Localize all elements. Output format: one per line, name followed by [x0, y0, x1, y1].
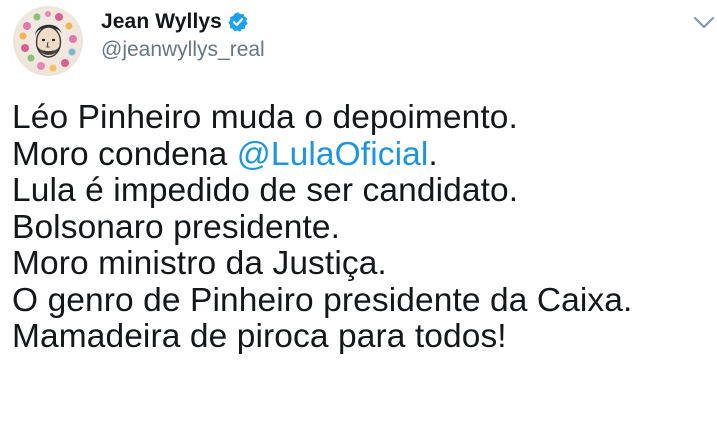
- author-handle[interactable]: @jeanwyllys_real: [101, 38, 265, 62]
- author-name[interactable]: Jean Wyllys: [101, 10, 222, 34]
- verified-badge-icon: [227, 11, 249, 33]
- tweet-line: Lula é impedido de ser candidato.: [12, 172, 519, 209]
- author-name-row: Jean Wyllys: [101, 9, 265, 35]
- author-block: Jean Wyllys @jeanwyllys_real: [101, 9, 265, 62]
- tweet-line-text: .: [428, 135, 438, 173]
- tweet-line: Moro condena @LulaOficial.: [12, 135, 707, 174]
- tweet-line: Moro ministro da Justiça.: [12, 245, 387, 282]
- tweet-line: Léo Pinheiro muda o depoimento.: [12, 99, 518, 136]
- tweet-line-text: Moro condena: [12, 135, 237, 173]
- avatar[interactable]: [13, 6, 83, 76]
- tweet-line: Bolsonaro presidente.: [12, 208, 341, 246]
- tweet-line: O genro de Pinheiro presidente da Caixa.: [12, 281, 633, 319]
- tweet-card: Jean Wyllys @jeanwyllys_real Léo Pinheir…: [0, 0, 717, 442]
- tweet-text: Léo Pinheiro muda o depoimento. Moro con…: [12, 99, 707, 356]
- chevron-down-icon[interactable]: [693, 16, 715, 30]
- mention-link[interactable]: @LulaOficial: [237, 136, 429, 173]
- tweet-header: Jean Wyllys @jeanwyllys_real: [13, 6, 715, 76]
- avatar-portrait-icon: [19, 11, 77, 72]
- tweet-line: Mamadeira de piroca para todos!: [12, 318, 507, 355]
